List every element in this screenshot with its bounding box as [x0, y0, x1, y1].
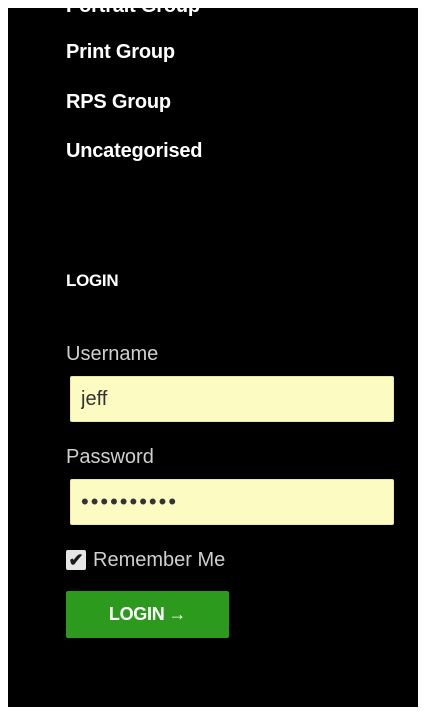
remember-me-row: ✔ Remember Me	[66, 546, 225, 574]
username-field[interactable]	[70, 376, 394, 422]
category-link-rps-group[interactable]: RPS Group	[66, 90, 171, 114]
sidebar-panel: Portrait Group Print Group RPS Group Unc…	[8, 8, 418, 707]
login-widget-title: LOGIN	[66, 271, 119, 290]
password-label: Password	[66, 446, 154, 468]
login-button[interactable]: LOGIN →	[66, 591, 229, 638]
login-button-label: LOGIN	[108, 604, 165, 624]
remember-me-checkbox[interactable]: ✔	[66, 550, 86, 570]
username-label: Username	[66, 343, 159, 365]
remember-me-label[interactable]: Remember Me	[93, 548, 225, 572]
category-link-portrait-group[interactable]: Portrait Group	[66, 8, 200, 18]
category-link-uncategorised[interactable]: Uncategorised	[66, 139, 203, 163]
category-link-print-group[interactable]: Print Group	[66, 40, 175, 64]
arrow-right-icon: →	[168, 604, 187, 624]
password-field[interactable]	[70, 479, 394, 525]
